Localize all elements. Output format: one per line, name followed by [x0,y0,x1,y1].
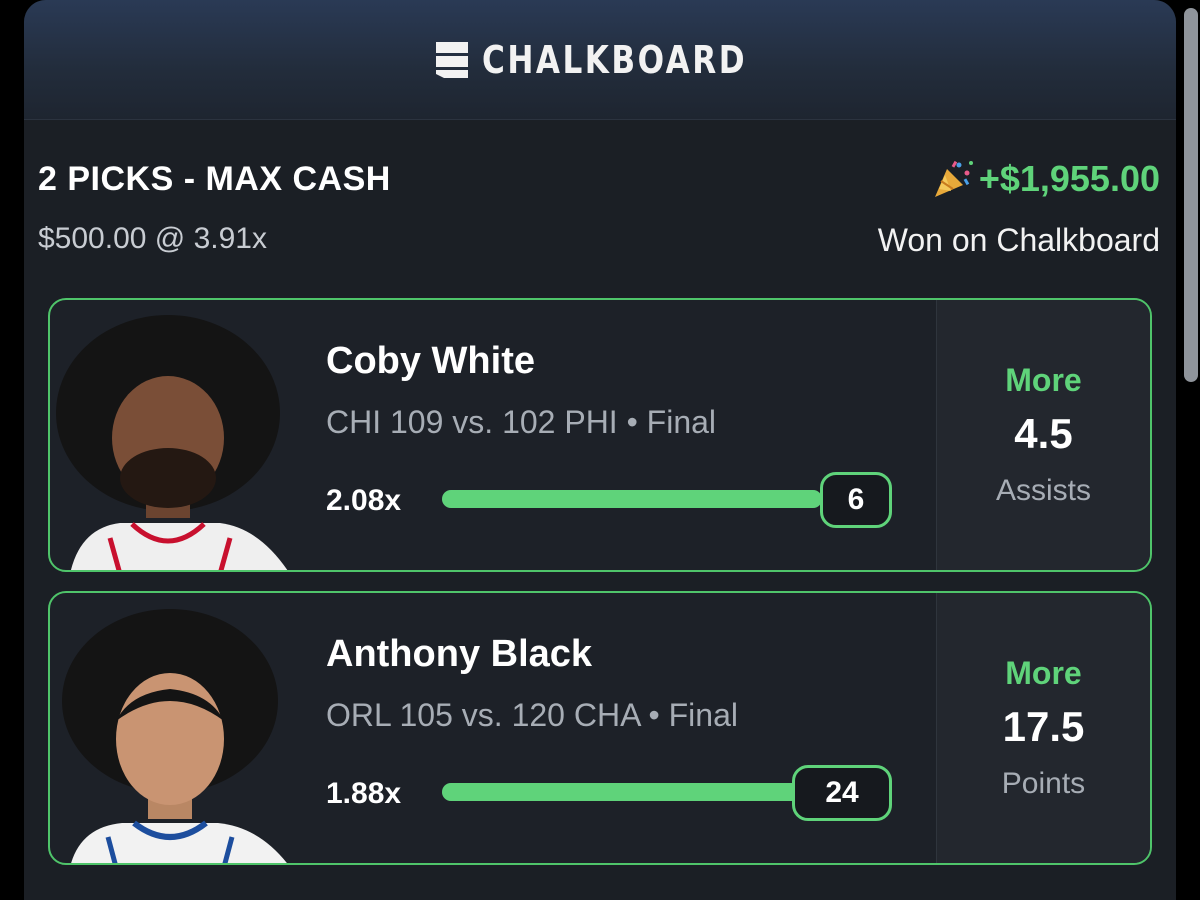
pick-line: 17.5 [1002,703,1085,750]
pick-card[interactable]: Anthony Black ORL 105 vs. 120 CHA • Fina… [48,591,1152,865]
stat-result-badge: 6 [820,472,892,528]
player-name: Anthony Black [326,633,593,675]
pick-card[interactable]: Coby White CHI 109 vs. 102 PHI • Final 2… [48,298,1152,572]
payout: +$1,955.00 [931,158,1160,200]
bet-summary: 2 PICKS - MAX CASH $500.00 @ 3.91x +$1,9… [0,0,1200,258]
won-label: Won on Chalkboard [877,222,1160,258]
game-score: CHI 109 vs. 102 PHI • Final [326,404,717,440]
scrollbar[interactable] [1184,8,1198,382]
party-popper-icon [934,160,973,197]
pick-line: 4.5 [1014,410,1073,457]
pick-multiplier: 1.88x [326,777,402,810]
pick-multiplier: 2.08x [326,484,402,517]
pick-line-panel: More 4.5 Assists [936,300,1150,570]
stat-progress-fill [442,783,822,801]
payout-amount: +$1,955.00 [978,158,1160,199]
stat-progress-bar [442,783,822,801]
pick-line-panel: More 17.5 Points [936,593,1150,863]
player-name: Coby White [326,340,535,382]
stat-result-badge: 24 [792,765,892,821]
stake-amount: $500.00 @ 3.91x [38,222,267,255]
pick-stat-type: Assists [995,474,1091,507]
game-score: ORL 105 vs. 120 CHA • Final [326,697,738,733]
pick-direction: More [1005,362,1082,398]
picks-title: 2 PICKS - MAX CASH [38,160,391,198]
pick-direction: More [1005,655,1082,691]
pick-stat-type: Points [1001,767,1086,800]
player-photo [56,315,288,570]
stat-progress-bar [442,490,822,508]
stat-progress-fill [442,490,822,508]
player-photo [62,609,287,863]
